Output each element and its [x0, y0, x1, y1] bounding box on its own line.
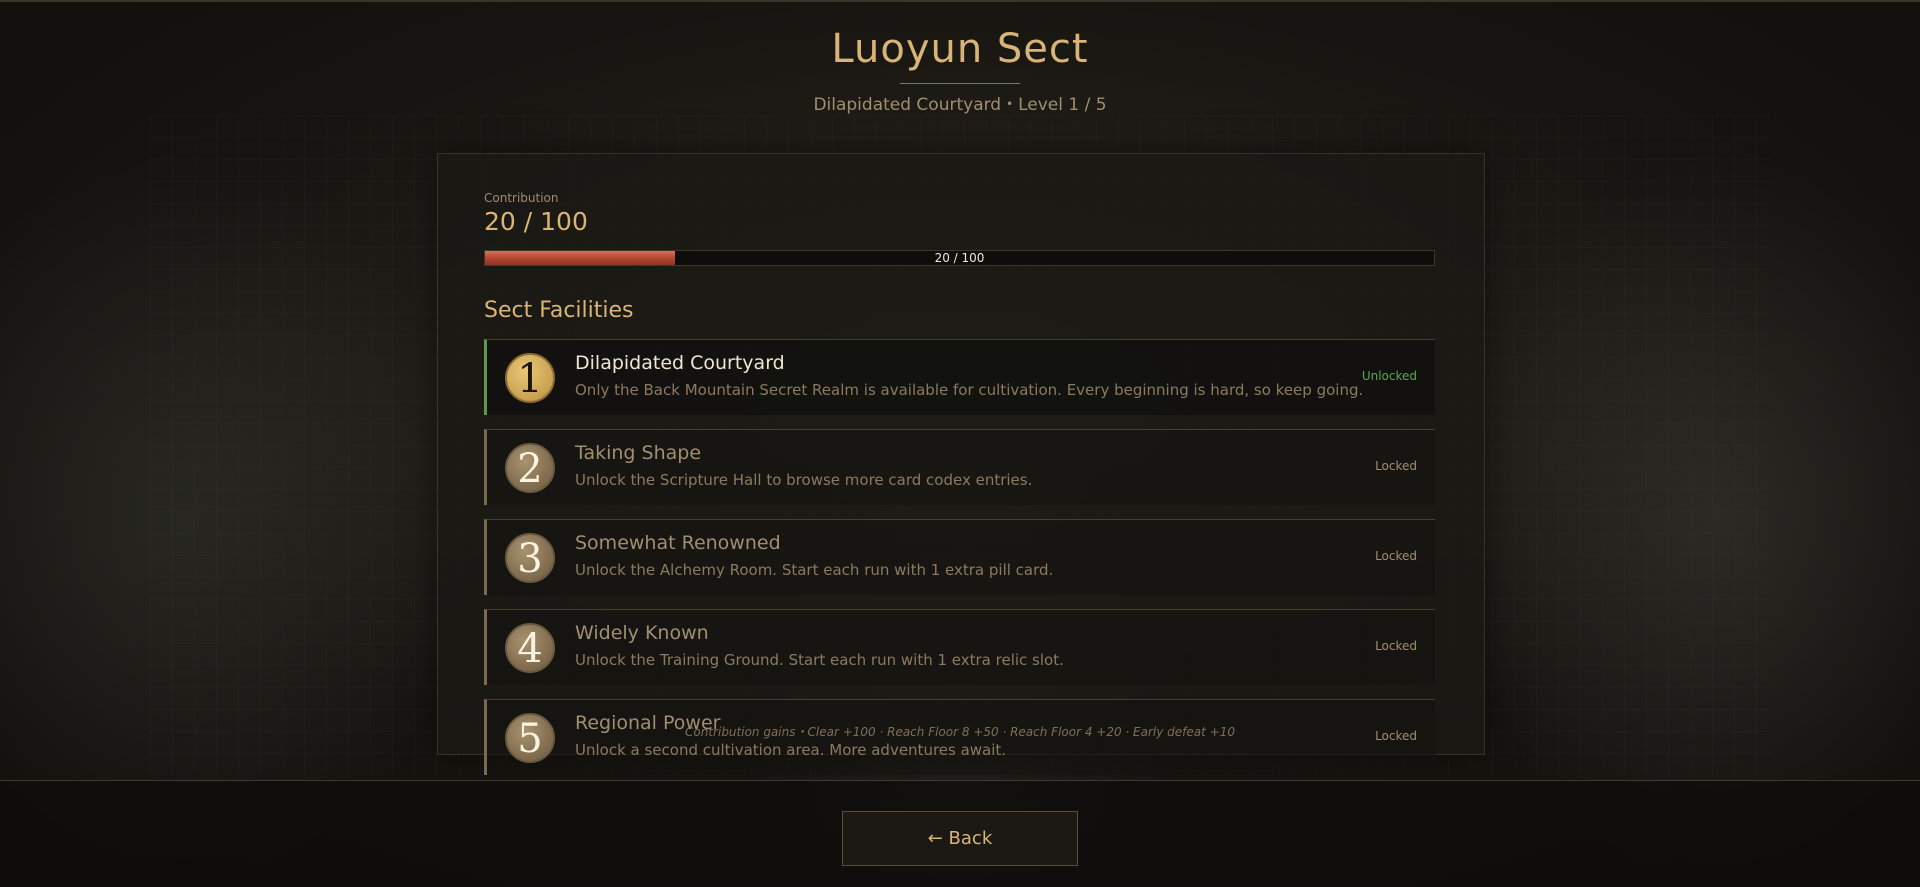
facility-description: Unlock the Scripture Hall to browse more…: [575, 471, 1033, 489]
level-medal-icon: 2: [505, 443, 555, 493]
contribution-progress-bar: 20 / 100: [484, 250, 1435, 266]
facility-name: Taking Shape: [575, 442, 702, 464]
facility-name: Widely Known: [575, 622, 709, 644]
facility-description: Only the Back Mountain Secret Realm is a…: [575, 381, 1364, 399]
top-divider: [0, 0, 1920, 2]
progress-text: 20 / 100: [934, 251, 985, 265]
facility-status: Locked: [1375, 459, 1417, 473]
page-subtitle: Dilapidated Courtyard・Level 1 / 5: [813, 95, 1107, 115]
contribution-label: Contribution: [484, 191, 559, 205]
facility-status: Unlocked: [1361, 369, 1417, 383]
sect-screen: Luoyun Sect Dilapidated Courtyard・Level …: [0, 0, 1920, 887]
facility-status: Locked: [1375, 639, 1417, 653]
level-medal-icon: 1: [505, 353, 555, 403]
level-medal-icon: 4: [505, 623, 555, 673]
contribution-value: 20 / 100: [484, 207, 588, 236]
facility-description: Unlock the Training Ground. Start each r…: [575, 651, 1064, 669]
facility-name: Dilapidated Courtyard: [575, 352, 785, 374]
facility-description: Unlock the Alchemy Room. Start each run …: [575, 561, 1054, 579]
facility-item-2[interactable]: 2 Taking Shape Unlock the Scripture Hall…: [484, 429, 1435, 505]
facility-item-4[interactable]: 4 Widely Known Unlock the Training Groun…: [484, 609, 1435, 685]
facility-name: Somewhat Renowned: [575, 532, 781, 554]
facility-item-3[interactable]: 3 Somewhat Renowned Unlock the Alchemy R…: [484, 519, 1435, 595]
title-underline: [900, 83, 1020, 84]
contribution-gains-note: Contribution gains・Clear +100 · Reach Fl…: [685, 725, 1235, 739]
facilities-heading: Sect Facilities: [484, 298, 634, 323]
facility-item-1[interactable]: 1 Dilapidated Courtyard Only the Back Mo…: [484, 339, 1435, 415]
facility-description: Unlock a second cultivation area. More a…: [575, 741, 1007, 759]
level-medal-icon: 3: [505, 533, 555, 583]
back-button[interactable]: ← Back: [842, 811, 1078, 866]
facility-status: Locked: [1375, 549, 1417, 563]
page-title: Luoyun Sect: [831, 26, 1089, 72]
